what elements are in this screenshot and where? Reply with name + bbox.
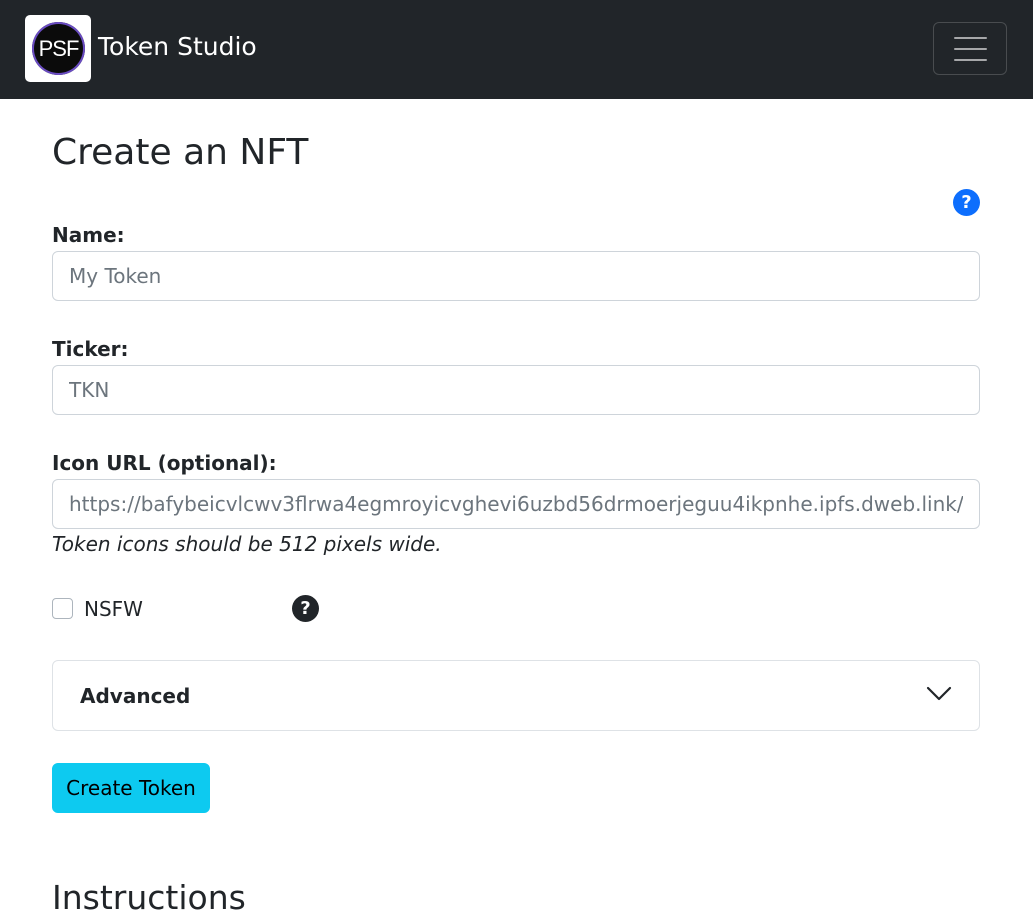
advanced-accordion-label: Advanced xyxy=(80,684,191,708)
navbar: PSF Token Studio xyxy=(0,0,1033,99)
hamburger-menu-icon xyxy=(954,37,987,39)
nsfw-checkbox[interactable] xyxy=(52,598,73,619)
nsfw-label[interactable]: NSFW xyxy=(84,596,143,622)
ticker-input[interactable] xyxy=(52,365,980,415)
create-token-button[interactable]: Create Token xyxy=(52,763,210,813)
name-input[interactable] xyxy=(52,251,980,301)
hamburger-menu-icon-bar xyxy=(954,59,987,61)
advanced-accordion[interactable]: Advanced xyxy=(52,660,980,731)
brand-title[interactable]: Token Studio xyxy=(98,30,257,64)
question-circle-icon[interactable]: ? xyxy=(953,189,980,216)
brand-logo[interactable]: PSF xyxy=(25,15,91,82)
page-title: Create an NFT xyxy=(52,132,309,173)
menu-toggle-button[interactable] xyxy=(933,22,1007,75)
instructions-title: Instructions xyxy=(52,878,246,917)
hamburger-menu-icon-bar xyxy=(954,48,987,50)
ticker-label: Ticker: xyxy=(52,337,129,361)
psf-logo-icon: PSF xyxy=(32,22,85,75)
icon-url-hint: Token icons should be 512 pixels wide. xyxy=(52,532,442,556)
name-label: Name: xyxy=(52,223,125,247)
icon-url-input[interactable] xyxy=(52,479,980,529)
question-circle-icon[interactable]: ? xyxy=(292,595,319,622)
chevron-down-icon xyxy=(926,686,952,701)
icon-url-label: Icon URL (optional): xyxy=(52,451,277,475)
